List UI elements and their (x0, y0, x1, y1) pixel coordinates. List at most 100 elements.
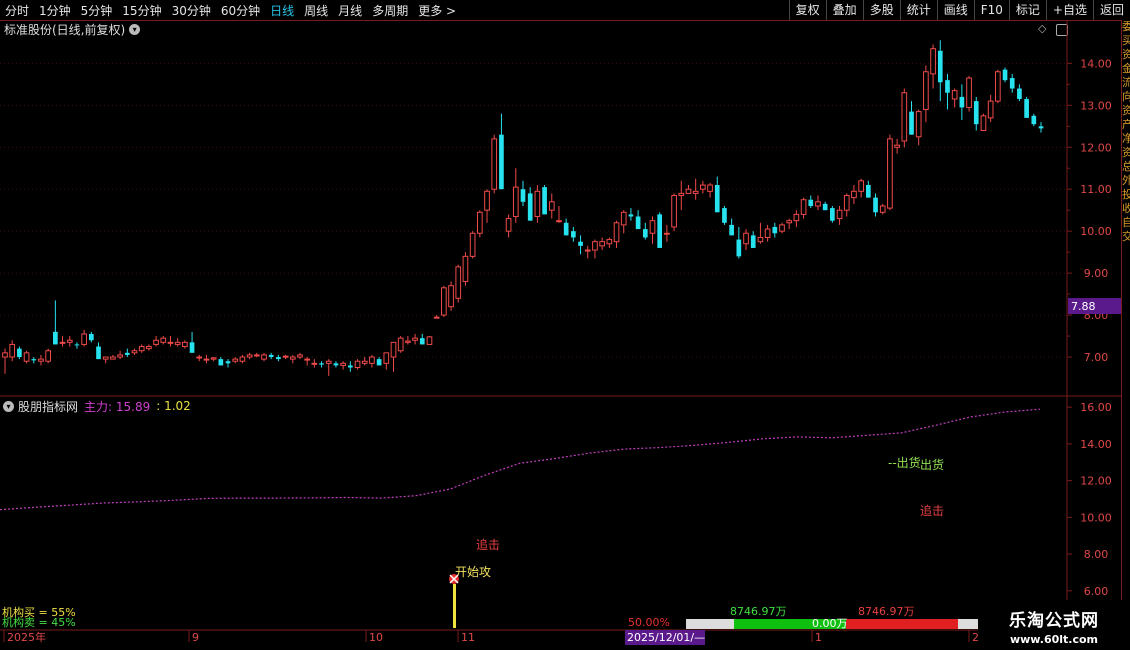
candle-body-down (96, 346, 101, 360)
candle-body-down (959, 96, 965, 108)
candle (45, 348, 52, 364)
candle-body-up (146, 346, 152, 350)
candle (534, 185, 541, 223)
candle (31, 357, 37, 364)
candle (527, 187, 533, 221)
candle (153, 336, 159, 347)
candle (160, 336, 167, 345)
candle-body-down (578, 241, 583, 246)
candle-body-up (664, 232, 670, 235)
candle (390, 341, 397, 372)
candle-body-down (973, 101, 979, 125)
candle (397, 336, 404, 353)
candle (138, 344, 145, 353)
candle-body-down (772, 226, 778, 234)
candle-body-down (499, 134, 504, 190)
candle-body-up (491, 138, 498, 190)
candle-body-down (865, 185, 871, 198)
right-sidebar[interactable]: 委买资金流向资产净资总外投收自交 (1121, 20, 1130, 630)
candle-body-down (1017, 88, 1022, 100)
candle (23, 350, 30, 364)
candle-body-down (1031, 115, 1037, 125)
date-tick-label: 10 (369, 631, 383, 644)
candle (800, 197, 807, 219)
candle (512, 168, 519, 223)
mid-amount: 0.00万 (812, 617, 848, 630)
candle (571, 226, 576, 242)
candle-body-up (800, 199, 807, 215)
candle (959, 84, 965, 120)
candle-body-down (527, 193, 533, 221)
candle (189, 331, 195, 353)
ratio-bar-left-white (686, 619, 734, 629)
candle-body-up (45, 350, 52, 362)
candle-body-down (628, 214, 634, 217)
candle (707, 182, 713, 198)
candle (772, 222, 778, 238)
candle (74, 342, 80, 349)
candle-body-down (873, 197, 878, 213)
candle (419, 333, 425, 345)
candle-body-up (779, 224, 785, 232)
candle (563, 218, 569, 236)
candle (376, 357, 382, 366)
cursor-date: 2025/12/01/— (627, 631, 705, 644)
candle-body-down (124, 352, 130, 355)
candle-body-up (901, 92, 908, 142)
candle (462, 252, 469, 286)
main-force-line (0, 408, 1041, 511)
candle-body-up (455, 266, 462, 299)
main-chart[interactable]: 14.0013.0012.0011.0010.009.008.007.00 16… (0, 0, 1121, 650)
candle (311, 359, 318, 368)
candle-body-up (851, 190, 857, 199)
candle-body-down (642, 229, 648, 238)
annotation-ship-1: --出货 (888, 455, 921, 470)
candle (1017, 84, 1022, 102)
watermark-url: www.60lt.com (1009, 633, 1099, 646)
candle (131, 348, 138, 355)
candle-body-up (448, 285, 454, 308)
candle (38, 354, 44, 366)
candle (1031, 113, 1037, 127)
candle (966, 75, 972, 112)
candle-body-down (563, 222, 569, 236)
candle (246, 352, 253, 360)
candle-body-up (620, 211, 627, 226)
candle (412, 333, 418, 345)
candle-body-up (340, 362, 346, 366)
candle-body-up (390, 341, 397, 358)
candle-body-up (433, 316, 440, 319)
candle (239, 354, 246, 364)
candle-body-down (1009, 78, 1015, 89)
candle-body-up (426, 336, 433, 345)
indicator-tick-label: 8.00 (1084, 548, 1109, 561)
ratio-bar-right-white (958, 619, 978, 629)
candle-body-up (462, 255, 469, 283)
candle (865, 180, 871, 198)
candle (722, 206, 727, 225)
candle-body-up (397, 337, 404, 352)
candle (102, 356, 109, 364)
candle (66, 336, 73, 347)
candle-body-up (930, 48, 936, 75)
candle-body-up (887, 138, 893, 209)
candle (361, 357, 368, 366)
candle-body-down (419, 338, 425, 345)
price-tick-label: 9.00 (1084, 267, 1109, 280)
candle (750, 231, 756, 248)
candle-body-up (282, 355, 289, 358)
candle (628, 208, 634, 221)
candle (369, 354, 375, 368)
candle (167, 336, 174, 347)
price-tick-label: 12.00 (1080, 141, 1112, 154)
candle (951, 88, 958, 108)
candle-body-up (369, 356, 375, 364)
candle (987, 94, 994, 123)
candle-body-up (383, 352, 390, 364)
candle-body-up (210, 357, 217, 360)
candle-body-up (196, 356, 203, 359)
candle (505, 214, 512, 238)
candle (808, 195, 814, 209)
candle (426, 336, 433, 345)
candle-body-up (858, 180, 864, 192)
